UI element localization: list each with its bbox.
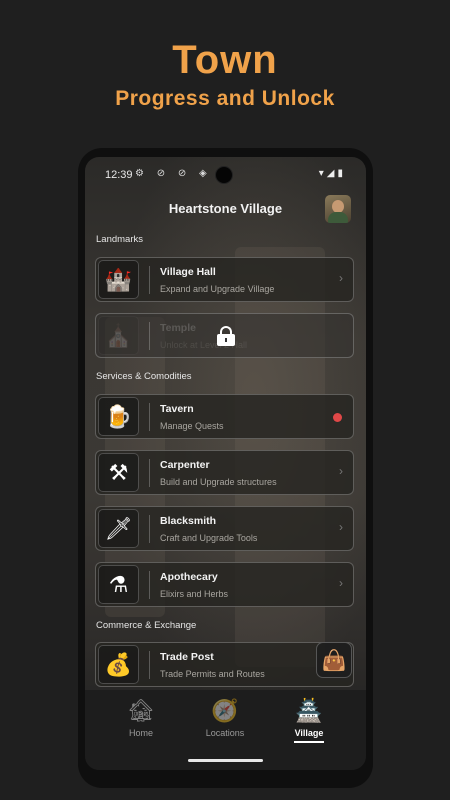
card-tavern[interactable]: 🍺 Tavern Manage Quests [95, 394, 354, 439]
camera-cutout [215, 166, 233, 184]
app-screen: 12:39 ⚙ ⊘ ⊘ ◈ ▾◢▮ Heartstone Village Lan… [85, 157, 366, 770]
section-commerce: Commerce & Exchange [96, 620, 197, 631]
card-temple-locked[interactable]: ⛪ Temple Unlock at Level 2 Hall [95, 313, 354, 358]
card-subtitle: Expand and Upgrade Village [160, 284, 275, 294]
status-bar: 12:39 ⚙ ⊘ ⊘ ◈ ▾◢▮ [85, 157, 366, 189]
card-subtitle: Craft and Upgrade Tools [160, 533, 258, 543]
bottom-navigation: 🏚 Home 🧭 Locations 🏯 Village [85, 690, 366, 770]
card-divider [149, 322, 150, 350]
card-title: Temple [160, 322, 196, 334]
anvil-tools-icon: 🗡 [98, 509, 139, 548]
card-divider [149, 266, 150, 294]
card-title: Trade Post [160, 651, 214, 663]
chevron-right-icon: › [339, 464, 343, 478]
beer-mug-icon: 🍺 [98, 397, 139, 436]
card-title: Tavern [160, 403, 194, 415]
card-title: Village Hall [160, 266, 216, 278]
satchel-icon[interactable]: 👜 [316, 642, 352, 678]
active-tab-indicator [294, 741, 324, 743]
card-blacksmith[interactable]: 🗡 Blacksmith Craft and Upgrade Tools › [95, 506, 354, 551]
card-apothecary[interactable]: ⚗ Apothecary Elixirs and Herbs › [95, 562, 354, 607]
temple-icon: ⛪ [98, 316, 139, 355]
nav-locations[interactable]: 🧭 Locations [185, 696, 265, 738]
card-carpenter[interactable]: ⚒ Carpenter Build and Upgrade structures… [95, 450, 354, 495]
compass-icon: 🧭 [211, 698, 239, 723]
nav-label: Home [128, 728, 153, 738]
village-hall-icon: 🏰 [98, 260, 139, 299]
card-subtitle: Manage Quests [160, 421, 224, 431]
section-landmarks: Landmarks [96, 234, 143, 245]
potion-icon: ⚗ [98, 565, 139, 604]
card-divider [149, 515, 150, 543]
chevron-right-icon: › [339, 576, 343, 590]
hooded-character-avatar[interactable] [325, 195, 351, 223]
card-divider [149, 403, 150, 431]
card-divider [149, 651, 150, 679]
card-title: Apothecary [160, 571, 218, 583]
card-divider [149, 571, 150, 599]
hero-subtitle: Progress and Unlock [115, 87, 335, 110]
page-title: Heartstone Village [168, 201, 283, 216]
card-subtitle: Trade Permits and Routes [160, 669, 265, 679]
signal-battery-icons: ▾◢▮ [318, 168, 346, 179]
hammer-saw-icon: ⚒ [98, 453, 139, 492]
lock-icon [217, 326, 235, 346]
nav-village[interactable]: 🏯 Village [269, 696, 349, 743]
status-icons: ⚙ ⊘ ⊘ ◈ [135, 168, 212, 179]
home-indicator[interactable] [188, 759, 263, 762]
hero-title: Town [172, 38, 278, 82]
village-castle-icon: 🏯 [295, 698, 323, 723]
card-subtitle: Elixirs and Herbs [160, 589, 229, 599]
chevron-right-icon: › [339, 271, 343, 285]
card-title: Blacksmith [160, 515, 217, 527]
nav-home[interactable]: 🏚 Home [101, 696, 181, 738]
status-time: 12:39 [105, 169, 133, 181]
section-services: Services & Comodities [96, 371, 192, 382]
chevron-right-icon: › [339, 520, 343, 534]
card-divider [149, 459, 150, 487]
notification-dot [333, 413, 342, 422]
card-village-hall[interactable]: 🏰 Village Hall Expand and Upgrade Villag… [95, 257, 354, 302]
card-subtitle: Build and Upgrade structures [160, 477, 277, 487]
nav-label: Village [294, 728, 324, 738]
nav-label: Locations [205, 728, 245, 738]
card-title: Carpenter [160, 459, 210, 471]
house-icon: 🏚 [127, 698, 155, 723]
coin-sack-icon: 💰 [98, 645, 139, 684]
